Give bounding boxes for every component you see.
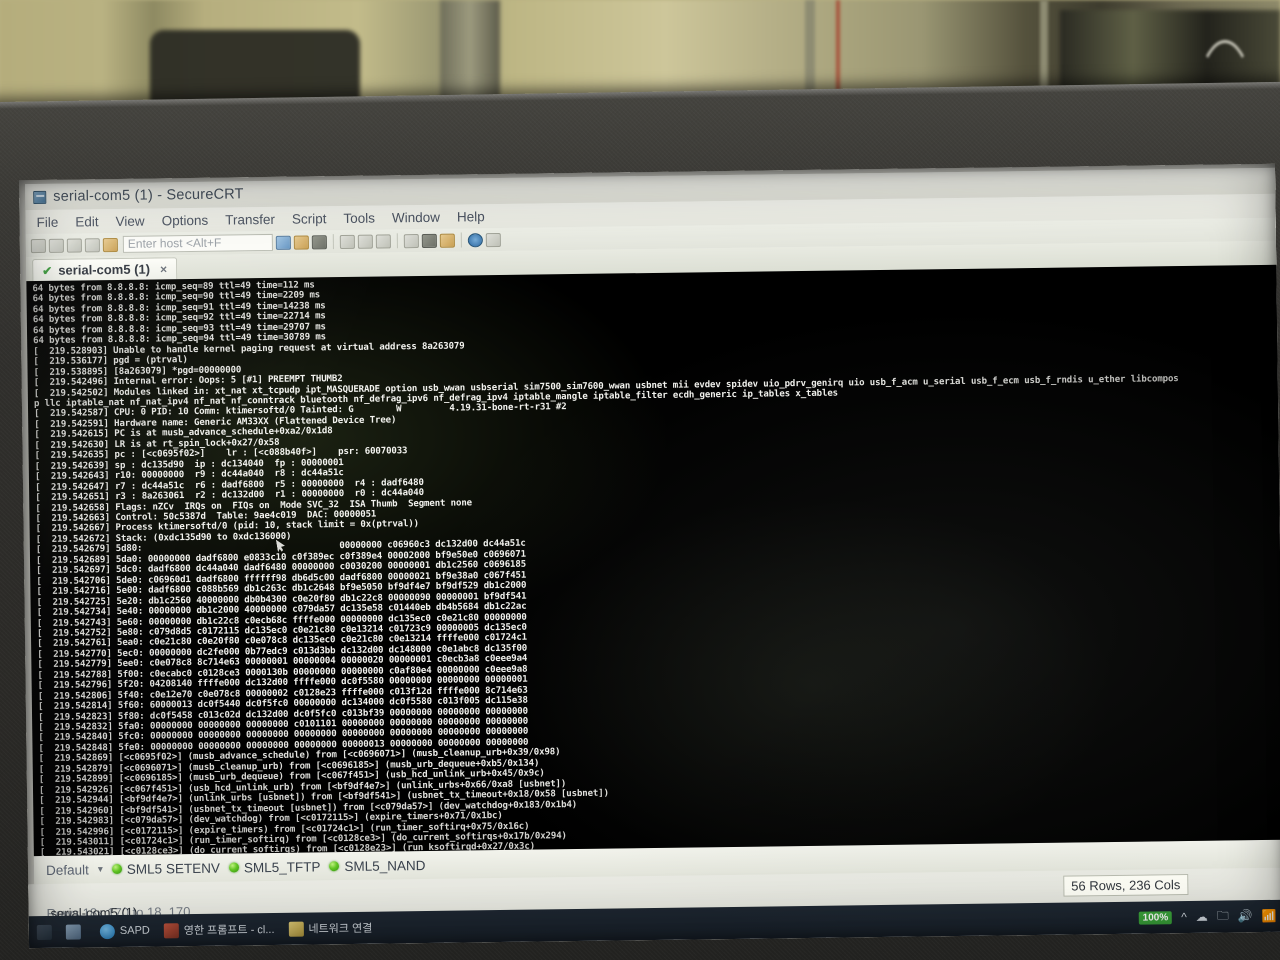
- menu-item-options[interactable]: Options: [162, 212, 209, 228]
- menu-item-view[interactable]: View: [116, 213, 145, 228]
- cloud-icon[interactable]: ☁: [1196, 910, 1208, 924]
- taskbar-item-sapd-label: SAPD: [119, 924, 150, 937]
- close-icon[interactable]: ×: [160, 262, 167, 276]
- window-title: serial-com5 (1) - SecureCRT: [53, 186, 244, 205]
- securecrt-window: serial-com5 (1) - SecureCRT File Edit Vi…: [25, 167, 1280, 885]
- menu-item-tools[interactable]: Tools: [343, 210, 375, 225]
- network-icon[interactable]: 📶: [1262, 909, 1277, 923]
- laptop-screen: serial-com5 (1) - SecureCRT File Edit Vi…: [19, 163, 1280, 949]
- taskbar-item-sapd[interactable]: SAPD: [99, 923, 150, 939]
- securecrt-icon: [33, 190, 47, 204]
- print-icon[interactable]: [339, 234, 355, 249]
- clone-session-icon[interactable]: [66, 237, 82, 253]
- command-prompt-icon: [163, 922, 179, 938]
- connect-icon[interactable]: [48, 238, 64, 253]
- volume-icon[interactable]: 🔊: [1238, 909, 1253, 923]
- tab-label: serial-com5 (1): [58, 261, 151, 278]
- toolbar-separator: [396, 233, 398, 249]
- button-sml5-nand-label: SML5_NAND: [344, 857, 426, 874]
- copy-icon[interactable]: [275, 235, 291, 250]
- show-hidden-icons-icon[interactable]: ^: [1181, 910, 1187, 924]
- new-session-icon[interactable]: [30, 238, 46, 253]
- button-sml5-tftp-label: SML5_TFTP: [243, 858, 321, 875]
- status-led-icon: [329, 861, 340, 872]
- menu-item-help[interactable]: Help: [457, 209, 485, 224]
- taskbar-item-1[interactable]: [65, 924, 86, 940]
- status-led-icon: [111, 863, 122, 875]
- taskbar-item-cmd-label: 영한 프롬프트 - cl...: [183, 923, 275, 938]
- status-led-icon: [228, 862, 239, 873]
- print-screen-icon[interactable]: [375, 233, 391, 249]
- taskbar-item-cmd[interactable]: 영한 프롬프트 - cl...: [163, 921, 275, 938]
- arrange-icon[interactable]: [485, 232, 501, 247]
- taskbar-app-icon: [65, 924, 81, 940]
- disconnect-icon[interactable]: [102, 237, 118, 252]
- session-selector-label[interactable]: Default: [46, 862, 89, 878]
- connect-sftp-icon[interactable]: [84, 237, 100, 252]
- global-options-icon[interactable]: [421, 233, 437, 248]
- button-sml5-setenv[interactable]: SML5 SETENV: [111, 860, 220, 877]
- toolbar-separator: [332, 234, 334, 250]
- terminal-output[interactable]: 64 bytes from 8.8.8.8: icmp_seq=89 ttl=4…: [26, 264, 1280, 857]
- help-icon[interactable]: [467, 232, 483, 247]
- taskbar-item-network-label: 네트워크 연결: [308, 922, 373, 936]
- menu-item-window[interactable]: Window: [392, 209, 440, 225]
- menu-item-edit[interactable]: Edit: [75, 214, 98, 229]
- toolbar-separator: [460, 232, 462, 248]
- button-sml5-nand[interactable]: SML5_NAND: [329, 857, 426, 874]
- taskbar-start-icon[interactable]: [36, 924, 52, 940]
- tab-serial-com5[interactable]: ✔ serial-com5 (1) ×: [32, 257, 178, 282]
- system-tray: 100% ^ ☁ 🗀 🔊 📶: [1138, 905, 1277, 928]
- menu-item-file[interactable]: File: [36, 214, 58, 229]
- folder-tray-icon[interactable]: 🗀: [1217, 906, 1229, 927]
- button-sml5-tftp[interactable]: SML5_TFTP: [228, 858, 321, 875]
- menu-item-script[interactable]: Script: [292, 211, 327, 226]
- menu-item-transfer[interactable]: Transfer: [225, 211, 275, 227]
- tab-connected-icon: ✔: [42, 263, 53, 278]
- size-tooltip: 56 Rows, 236 Cols: [1063, 874, 1189, 897]
- log-session-icon[interactable]: [357, 234, 373, 249]
- paste-icon[interactable]: [293, 234, 309, 250]
- keymap-icon[interactable]: [439, 233, 455, 248]
- host-input[interactable]: Enter host <Alt+F: [122, 233, 273, 253]
- button-sml5-setenv-label: SML5 SETENV: [126, 860, 220, 877]
- session-options-icon[interactable]: [403, 233, 419, 248]
- find-icon[interactable]: [311, 234, 327, 249]
- taskbar-item-network[interactable]: 네트워크 연결: [288, 920, 372, 937]
- battery-badge[interactable]: 100%: [1138, 910, 1173, 925]
- folder-icon: [288, 921, 304, 937]
- sapd-icon: [99, 923, 115, 939]
- chevron-down-icon[interactable]: ▾: [98, 864, 103, 875]
